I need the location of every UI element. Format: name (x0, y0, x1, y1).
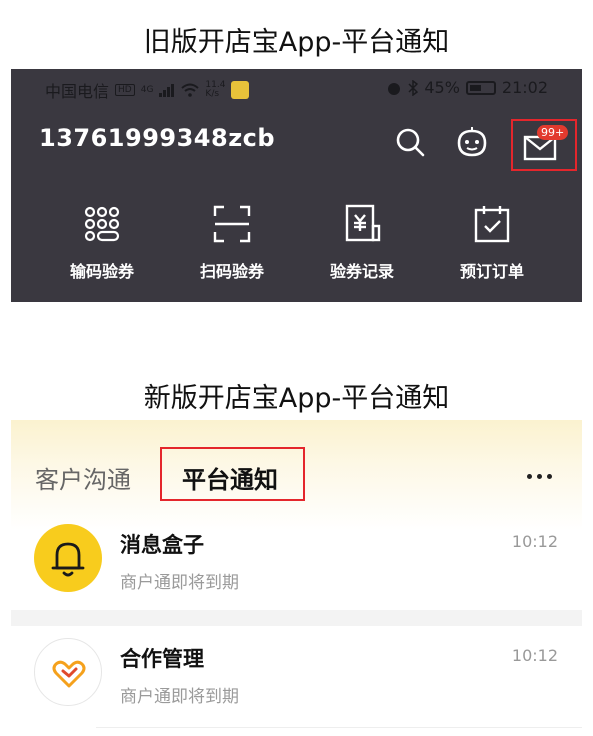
quick-action-label: 验券记录 (329, 262, 394, 281)
old-version-caption: 旧版开店宝App-平台通知 (143, 27, 450, 58)
notification-time: 10:12 (511, 532, 558, 551)
quick-action-label: 输码验券 (69, 262, 134, 281)
tab-customer-communication[interactable]: 客户沟通 (35, 460, 131, 495)
network-type: 4G (140, 84, 154, 95)
battery-icon (465, 80, 496, 95)
search-icon[interactable] (393, 125, 427, 159)
quick-action-enter-code[interactable]: 输码验券 (47, 204, 157, 282)
bell-icon (51, 542, 85, 577)
quick-action-label: 扫码验券 (199, 262, 264, 281)
hd-badge: HD (115, 84, 135, 96)
booking-order-icon (474, 206, 510, 243)
quick-action-scan[interactable]: 扫码验券 (177, 204, 287, 282)
scan-icon (213, 205, 251, 243)
section-divider (11, 610, 582, 626)
notification-time: 10:12 (511, 646, 558, 665)
clock-time: 21:02 (501, 78, 548, 97)
status-bar: 中国电信 HD 4G 11.4 K/s 45% 21:02 (11, 69, 582, 105)
service-bot-icon[interactable] (455, 125, 489, 159)
signal-icon (159, 84, 175, 97)
message-box-avatar (34, 524, 102, 592)
wifi-icon (181, 83, 200, 97)
old-app-screenshot: 中国电信 HD 4G 11.4 K/s 45% 21:02 1376199934… (11, 69, 582, 302)
quick-action-label: 预订订单 (459, 262, 524, 281)
account-name: 13761999348zcb (39, 124, 276, 152)
bluetooth-icon (408, 79, 419, 96)
battery-percent: 45% (424, 78, 460, 97)
quick-action-booking[interactable]: 预订订单 (437, 204, 547, 282)
notification-row-cooperation[interactable]: 合作管理 商户通即将到期 10:12 (11, 630, 582, 726)
cooperation-icon (52, 660, 86, 688)
keypad-icon (84, 206, 120, 242)
voucher-record-icon (345, 204, 381, 242)
notification-row-message-box[interactable]: 消息盒子 商户通即将到期 10:12 (11, 516, 582, 612)
notification-subtitle: 商户通即将到期 (120, 573, 239, 593)
more-icon[interactable] (527, 474, 552, 479)
net-speed-unit: K/s (205, 89, 220, 99)
new-version-caption: 新版开店宝App-平台通知 (143, 383, 450, 414)
notification-title: 消息盒子 (120, 533, 204, 557)
carrier-label: 中国电信 (45, 82, 110, 101)
notification-title: 合作管理 (120, 647, 204, 671)
alarm-icon (388, 82, 401, 95)
tab-platform-notice[interactable]: 平台通知 (182, 460, 278, 495)
tab-highlight-box[interactable]: 平台通知 (160, 447, 305, 501)
mail-badge: 99+ (537, 125, 569, 140)
app-notify-icon (231, 81, 250, 99)
row-divider (96, 727, 582, 728)
new-app-screenshot: 客户沟通 平台通知 消息盒子 商户通即将到期 10:12 合作管理 商户通即将到… (11, 420, 582, 736)
quick-action-records[interactable]: 验券记录 (307, 204, 417, 282)
quick-actions: 输码验券 扫码验券 验券记录 预订订单 (11, 204, 582, 284)
notification-subtitle: 商户通即将到期 (120, 687, 239, 707)
mail-highlight-box[interactable]: 99+ (511, 119, 577, 171)
cooperation-avatar (34, 638, 102, 706)
